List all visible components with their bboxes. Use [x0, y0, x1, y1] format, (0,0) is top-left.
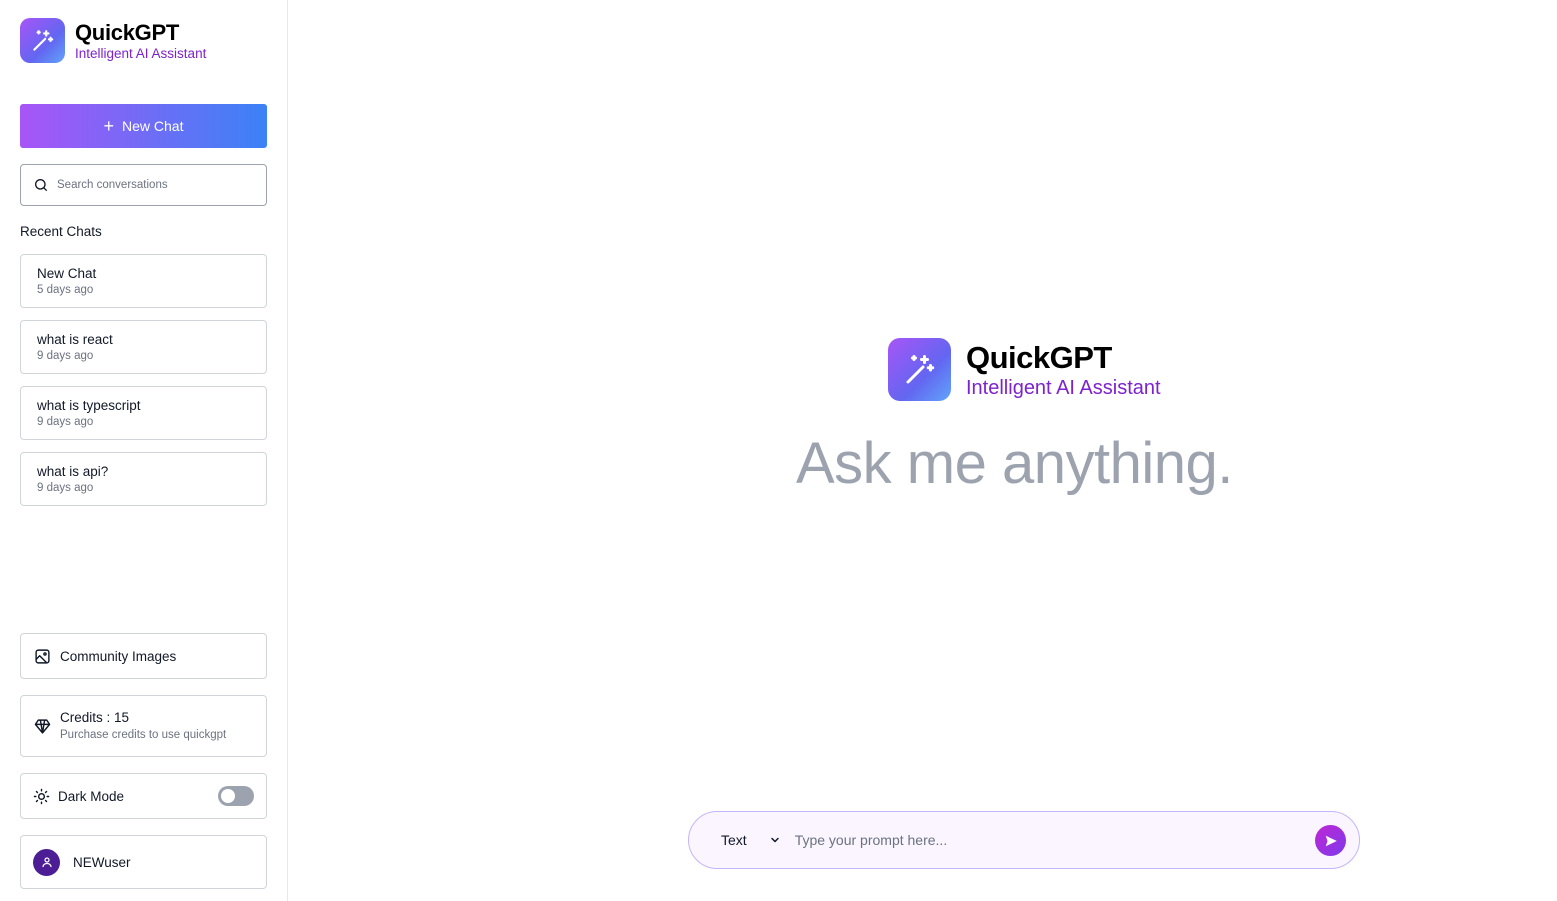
main-panel: QuickGPT Intelligent AI Assistant Ask me…: [288, 0, 1557, 901]
prompt-bar: Text: [688, 811, 1360, 869]
dark-mode-row: Dark Mode: [20, 773, 267, 819]
chat-item[interactable]: what is react 9 days ago: [20, 320, 267, 374]
sidebar: QuickGPT Intelligent AI Assistant + New …: [0, 0, 288, 901]
chat-title: New Chat: [37, 266, 97, 281]
hero-prompt-text: Ask me anything.: [796, 431, 1233, 496]
magic-wand-icon: [20, 18, 65, 63]
community-images-label: Community Images: [60, 648, 177, 664]
chat-title: what is api?: [37, 464, 109, 479]
search-input[interactable]: [57, 179, 257, 191]
chevron-down-icon: [770, 837, 779, 843]
prompt-input[interactable]: [794, 832, 1275, 848]
chat-time: 9 days ago: [37, 482, 94, 494]
chat-title: what is react: [37, 332, 113, 347]
chat-item[interactable]: what is typescript 9 days ago: [20, 386, 267, 440]
brand-subtitle: Intelligent AI Assistant: [75, 45, 207, 61]
chat-item[interactable]: New Chat 5 days ago: [20, 254, 267, 308]
hero-title: QuickGPT: [966, 339, 1112, 375]
chat-time: 5 days ago: [37, 284, 94, 296]
search-icon: [35, 179, 47, 191]
sun-icon: [33, 788, 50, 804]
chat-item[interactable]: what is api? 9 days ago: [20, 452, 267, 506]
chat-time: 9 days ago: [37, 350, 94, 362]
image-gallery-icon: [35, 648, 50, 664]
send-button[interactable]: [1315, 825, 1346, 856]
diamond-icon: [34, 718, 51, 734]
user-icon: [41, 857, 52, 868]
avatar: [33, 848, 60, 876]
chat-time: 9 days ago: [37, 416, 94, 428]
new-chat-label: New Chat: [122, 118, 184, 134]
user-name: NEWuser: [73, 854, 131, 870]
dark-mode-toggle[interactable]: [218, 786, 254, 806]
chat-title: what is typescript: [37, 398, 141, 413]
search-box[interactable]: [20, 164, 267, 206]
mode-select[interactable]: Text: [721, 832, 781, 848]
credits-subtext: Purchase credits to use quickgpt: [60, 729, 227, 741]
hero-subtitle: Intelligent AI Assistant: [966, 376, 1161, 399]
recent-chats-heading: Recent Chats: [20, 224, 102, 239]
credits-button[interactable]: Credits : 15 Purchase credits to use qui…: [20, 695, 267, 757]
send-icon: [1325, 835, 1337, 846]
community-images-button[interactable]: Community Images: [20, 633, 267, 679]
magic-wand-icon: [888, 338, 951, 401]
brand-title: QuickGPT: [75, 19, 179, 45]
new-chat-button[interactable]: + New Chat: [20, 104, 267, 148]
hero-brand: QuickGPT Intelligent AI Assistant: [888, 338, 1161, 401]
credits-label: Credits : 15: [60, 710, 130, 725]
plus-icon: +: [103, 116, 115, 136]
sidebar-brand: QuickGPT Intelligent AI Assistant: [20, 18, 206, 63]
mode-value: Text: [721, 832, 747, 848]
dark-mode-label: Dark Mode: [58, 788, 125, 804]
toggle-knob: [221, 789, 235, 803]
user-profile[interactable]: NEWuser: [20, 835, 267, 889]
